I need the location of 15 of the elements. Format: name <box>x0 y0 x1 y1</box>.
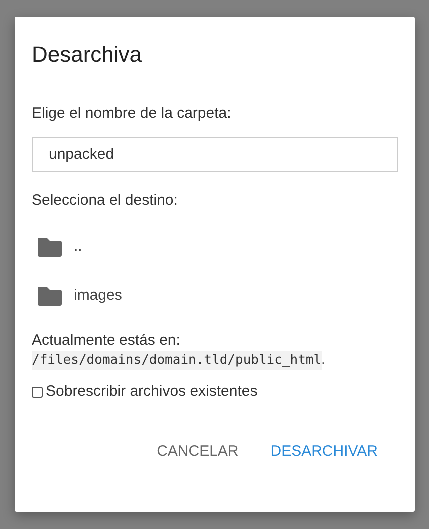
overwrite-label: Sobrescribir archivos existentes <box>46 383 258 401</box>
folder-name[interactable]: .. <box>74 238 82 255</box>
dialog-title: Desarchiva <box>32 41 144 69</box>
unarchive-button[interactable]: DESARCHIVAR <box>258 435 390 468</box>
folder-icon <box>38 236 62 256</box>
folder-name-label: Elige el nombre de la carpeta: <box>32 105 232 123</box>
destination-label: Selecciona el destino: <box>32 192 179 210</box>
folder-name[interactable]: images <box>74 287 122 304</box>
overwrite-checkbox[interactable] <box>32 386 43 398</box>
folder-icon <box>38 286 62 306</box>
location-period: . <box>322 352 326 367</box>
location-label: Actualmente estás en: <box>32 332 182 350</box>
location-path: /files/domains/domain.tld/public_html <box>32 351 322 370</box>
folder-name-field[interactable]: unpacked <box>32 137 398 172</box>
cancel-button[interactable]: CANCELAR <box>145 435 251 468</box>
